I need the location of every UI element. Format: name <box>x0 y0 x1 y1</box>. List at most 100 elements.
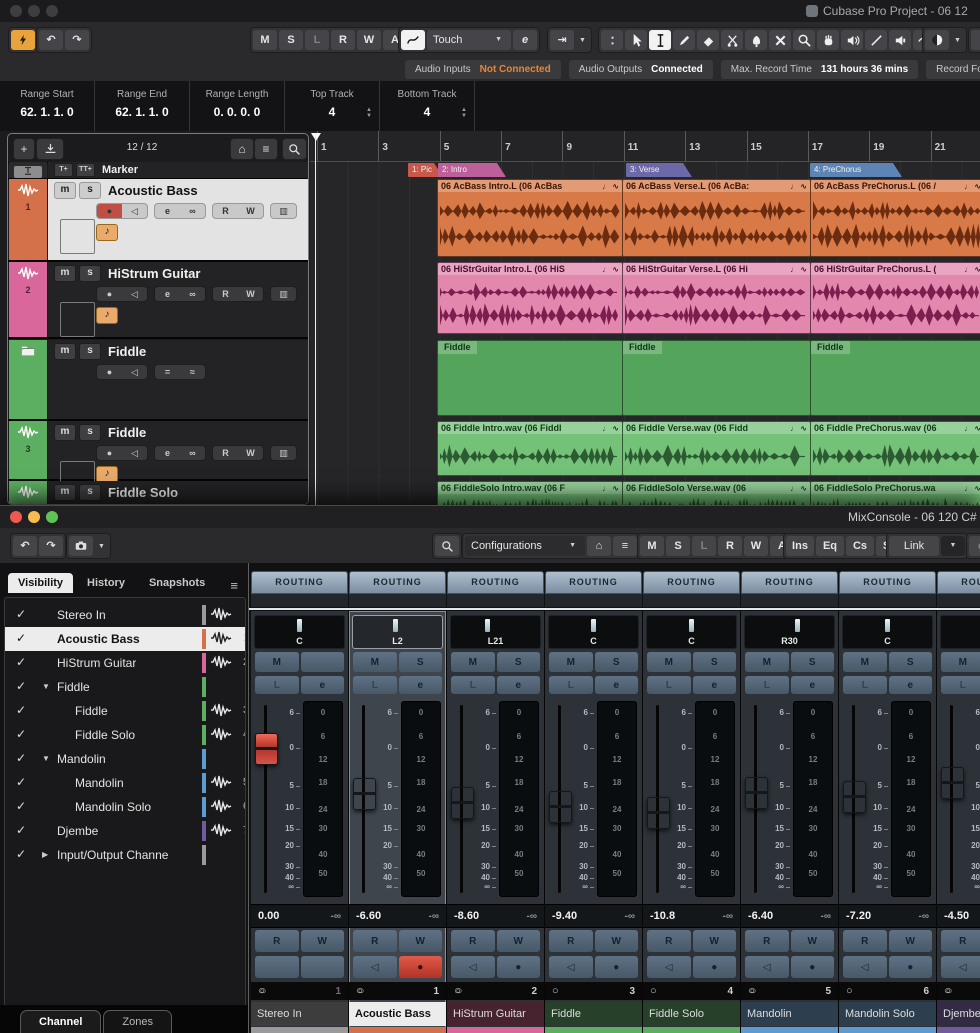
monitor-button[interactable]: ◁ <box>122 365 147 379</box>
freeze-button[interactable]: ≈ <box>180 365 205 379</box>
edit-channel-button[interactable]: e <box>155 287 180 301</box>
channel-listen-button[interactable]: L <box>941 676 980 694</box>
write-automation-button[interactable]: W <box>595 930 639 952</box>
folder-arrow-icon[interactable]: ▼ <box>42 682 50 691</box>
pan-indicator[interactable] <box>795 619 800 632</box>
mixer-channel-strip[interactable]: C M S L e 06121824304050 6051015203040∞ … <box>839 611 936 1033</box>
automation-panel-icon[interactable] <box>401 30 425 50</box>
zoom-window-button[interactable] <box>46 511 58 523</box>
read-automation-button[interactable]: R <box>255 930 299 952</box>
global-l-button[interactable]: L <box>305 30 329 50</box>
track-body[interactable]: m s Fiddle Solo ● ◁ e ∞ R W ▥ <box>48 481 308 505</box>
channel-mute-button[interactable]: M <box>255 652 299 672</box>
routing-rack-cell[interactable]: ROUTING <box>545 571 642 607</box>
spinner-arrows[interactable]: ▲ ▼ <box>461 107 467 119</box>
track-name[interactable]: Acoustic Bass <box>108 183 198 198</box>
monitor-button[interactable]: ◁ <box>451 956 495 978</box>
channel-edit-button[interactable]: e <box>399 676 443 694</box>
routing-rack-cell[interactable]: ROUTING <box>251 571 348 607</box>
write-automation-button[interactable]: W <box>693 930 737 952</box>
channel-strip-button[interactable]: ▥ <box>271 446 296 460</box>
audio-event[interactable]: 06 Fiddle Intro.wav (06 Fiddl ♩ ∿ <box>437 421 623 476</box>
visibility-item[interactable]: ✓ Mandolin 5 <box>5 771 245 795</box>
add-marker-button[interactable]: T+ <box>54 163 73 177</box>
spin-down-icon[interactable]: ▼ <box>366 113 372 119</box>
clipped-toolbar-group[interactable] <box>968 27 980 53</box>
global-l-button[interactable]: L <box>692 536 716 556</box>
link-dropdown-icon[interactable]: ▼ <box>941 536 965 556</box>
channel-name[interactable]: Djembe <box>937 1002 980 1026</box>
channel-solo-button[interactable]: S <box>693 652 737 672</box>
record-enable-button[interactable] <box>301 956 345 978</box>
monitor-button[interactable]: ◁ <box>843 956 887 978</box>
link-button[interactable]: Link <box>889 536 939 556</box>
read-automation-button[interactable]: R <box>843 930 887 952</box>
pan-control[interactable]: C <box>842 615 933 649</box>
meter-peak-value[interactable]: -∞ <box>429 911 439 922</box>
global-s-button[interactable]: S <box>279 30 303 50</box>
routing-rack-header[interactable]: ROUTING <box>643 571 740 594</box>
channel-listen-button[interactable]: L <box>843 676 887 694</box>
read-automation-button[interactable]: R <box>549 930 593 952</box>
visibility-check-icon[interactable]: ✓ <box>16 655 26 669</box>
mixconsole-titlebar[interactable]: MixConsole - 06 120 C# <box>0 506 980 529</box>
mixer-channel-strip[interactable]: C M L e 06121824304050 6051015203040∞ 0.… <box>251 611 348 1033</box>
channel-name[interactable]: Mandolin <box>741 1002 838 1026</box>
routing-rack-header[interactable]: ROUTING <box>447 571 544 594</box>
ruler[interactable]: 13579111315171921 <box>310 131 980 162</box>
track-row[interactable]: 3 m s Fiddle ● ◁ e ∞ R W <box>8 421 308 481</box>
pan-indicator[interactable] <box>689 619 694 632</box>
channel-name[interactable]: Acoustic Bass <box>349 1002 446 1026</box>
channel-edit-button[interactable]: e <box>693 676 737 694</box>
undo-button[interactable]: ↶ <box>39 30 63 50</box>
left-zone-tab-history[interactable]: History <box>77 573 135 593</box>
channel-listen-button[interactable]: L <box>255 676 299 694</box>
track-name[interactable]: Fiddle <box>108 425 146 440</box>
channel-edit-button[interactable]: e <box>497 676 541 694</box>
cycle-marker-flag[interactable]: 2: Intro <box>438 163 506 177</box>
visibility-check-icon[interactable]: ✓ <box>16 823 26 837</box>
track-name[interactable]: Fiddle <box>108 344 146 359</box>
meter-peak-value[interactable]: -∞ <box>625 911 635 922</box>
routing-rack-cell[interactable]: ROUTING <box>349 571 446 607</box>
visibility-item[interactable]: ✓ ▼ Fiddle <box>5 675 245 699</box>
visibility-item[interactable]: ✓ Acoustic Bass 1 <box>5 627 245 651</box>
spin-down-icon[interactable]: ▼ <box>461 113 467 119</box>
meter-peak-value[interactable]: -∞ <box>919 911 929 922</box>
visibility-check-icon[interactable]: ✓ <box>16 703 26 717</box>
event-lane[interactable]: Fiddle Fiddle Fiddle <box>310 339 980 418</box>
marker-track-row[interactable]: T+ TT+ Marker <box>8 162 308 180</box>
channel-listen-button[interactable]: L <box>647 676 691 694</box>
visibility-item[interactable]: ✓ ▶ Input/Output Channe <box>5 843 245 867</box>
info-field[interactable]: Range Length 0. 0. 0. 0 <box>190 81 285 131</box>
pan-indicator[interactable] <box>297 619 302 632</box>
minimize-window-button[interactable] <box>28 511 40 523</box>
routing-rack-cell[interactable]: ROUTING <box>447 571 544 607</box>
monitor-button[interactable]: ◁ <box>549 956 593 978</box>
track-row[interactable]: 4 m s Fiddle Solo ● ◁ e ∞ R W <box>8 481 308 505</box>
channel-listen-button[interactable]: L <box>451 676 495 694</box>
tool-grid-icon[interactable] <box>601 30 623 50</box>
folder-part[interactable]: Fiddle <box>622 340 811 416</box>
pan-indicator[interactable] <box>485 619 490 632</box>
visibility-check-icon[interactable]: ✓ <box>16 799 26 813</box>
edit-channel-button[interactable]: e <box>969 536 980 556</box>
track-name[interactable]: HiStrum Guitar <box>108 266 200 281</box>
activate-project-icon[interactable] <box>11 30 35 50</box>
fader-db-value[interactable]: -9.40 <box>552 910 577 922</box>
meter-peak-value[interactable]: -∞ <box>723 911 733 922</box>
write-automation-button[interactable]: W <box>301 930 345 952</box>
read-automation-button[interactable]: R <box>353 930 397 952</box>
rack-cs-button[interactable]: Cs <box>846 536 874 556</box>
redo-button[interactable]: ↷ <box>39 536 63 556</box>
event-lane[interactable]: 06 HiStrGuitar Intro.L (06 HiS ♩ ∿ 06 Hi… <box>310 261 980 336</box>
musical-mode-icon[interactable]: ♪ <box>96 224 118 241</box>
channel-mute-button[interactable]: M <box>745 652 789 672</box>
channel-mute-button[interactable]: M <box>647 652 691 672</box>
info-field[interactable]: Range End 62. 1. 1. 0 <box>95 81 190 131</box>
visibility-check-icon[interactable]: ✓ <box>16 679 26 693</box>
tool-zoom-icon[interactable] <box>793 30 815 50</box>
read-automation-button[interactable]: R <box>647 930 691 952</box>
audio-event[interactable]: 06 FiddleSolo PreChorus.wa ♩ ∿ <box>810 481 980 505</box>
pan-control[interactable]: C <box>548 615 639 649</box>
